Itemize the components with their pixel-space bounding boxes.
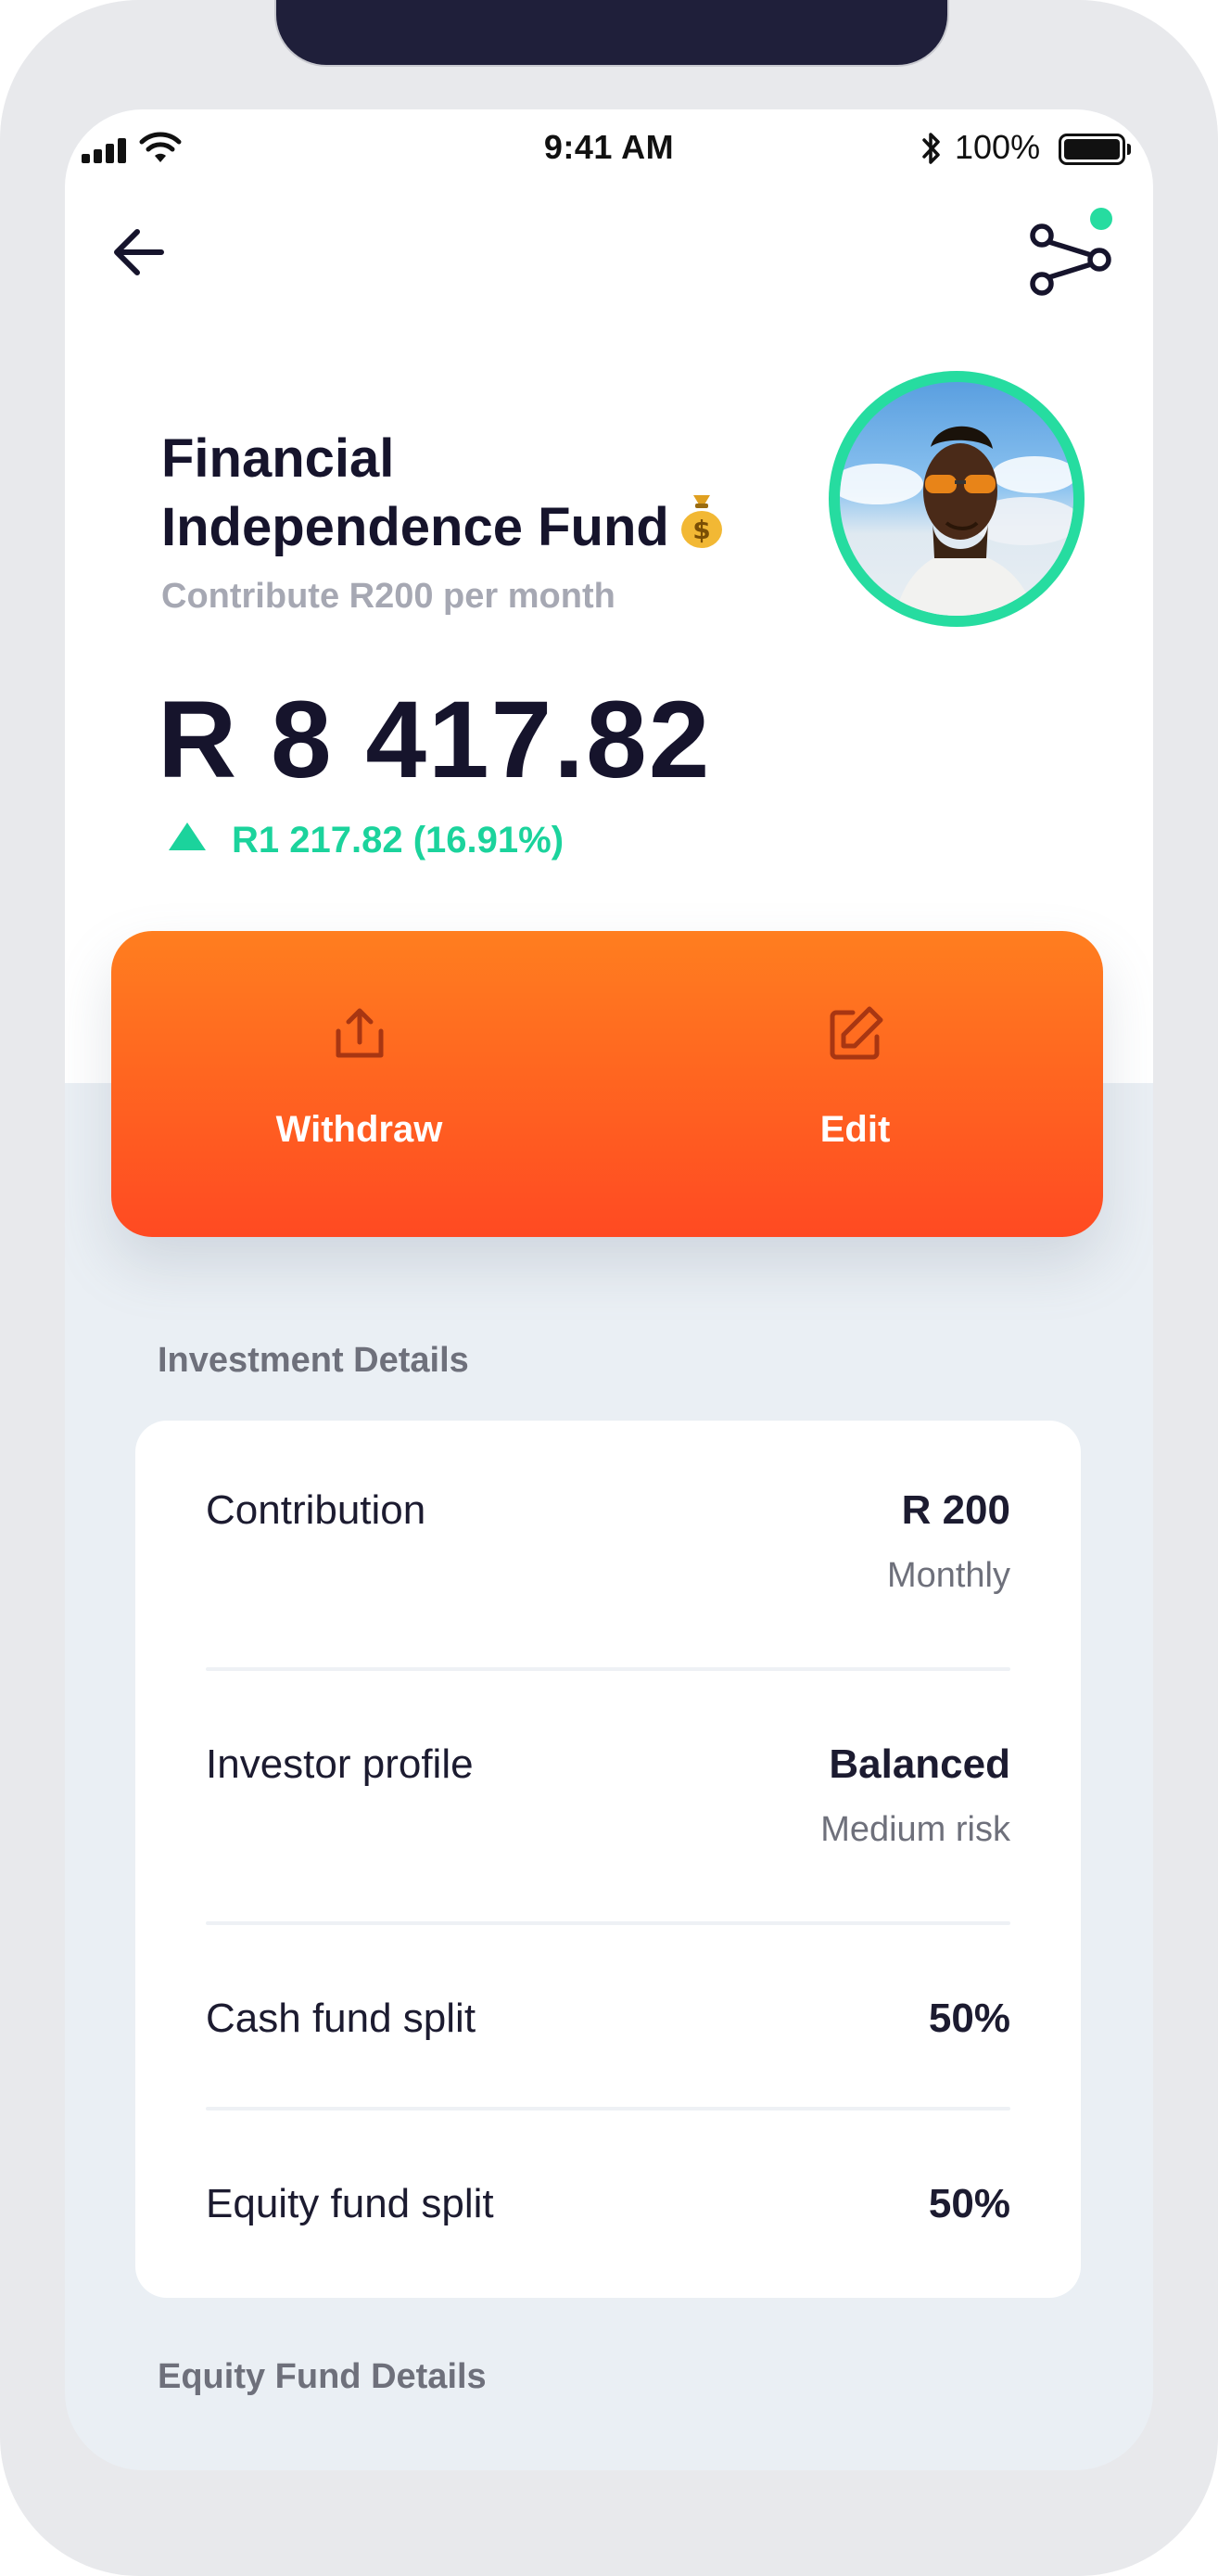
app-screen: 9:41 AM 100% Financial Independence Fund… <box>65 109 1153 2470</box>
fund-title-line1: Financial <box>161 428 395 489</box>
action-card: Withdraw Edit <box>111 931 1103 1237</box>
divider <box>206 2107 1010 2111</box>
detail-subvalue: Monthly <box>886 1556 1010 1595</box>
bluetooth-icon <box>922 133 940 164</box>
withdraw-label: Withdraw <box>275 1109 443 1150</box>
edit-icon <box>830 1006 882 1060</box>
detail-value: Balanced <box>829 1741 1010 1787</box>
investment-details-card: Contribution R 200 Monthly Investor prof… <box>135 1421 1081 2298</box>
detail-label: Cash fund split <box>206 1996 476 2041</box>
balance-change: R1 217.82 (16.91%) <box>169 820 564 861</box>
battery-percentage: 100% <box>955 128 1041 166</box>
battery-icon <box>1059 134 1131 165</box>
withdraw-button[interactable]: Withdraw <box>111 931 607 1237</box>
edit-button[interactable]: Edit <box>607 931 1103 1237</box>
detail-value: 50% <box>928 1996 1010 2041</box>
back-button[interactable] <box>106 215 180 289</box>
fund-title: Financial Independence Fund $ <box>161 428 829 562</box>
edit-label: Edit <box>819 1109 891 1150</box>
share-button[interactable] <box>1023 204 1116 297</box>
triangle-up-icon <box>169 823 206 850</box>
detail-label: Equity fund split <box>206 2181 494 2226</box>
arrow-left-icon <box>114 229 164 275</box>
detail-value: R 200 <box>901 1487 1010 1533</box>
upload-icon <box>336 1008 383 1058</box>
device-notch <box>274 0 949 67</box>
money-bag-icon: $ <box>679 490 725 562</box>
fund-title-line2: Independence Fund <box>161 497 669 557</box>
fund-title-line2-wrap: Independence Fund $ <box>161 490 829 562</box>
investment-details-heading: Investment Details <box>158 1341 469 1380</box>
phone-frame: 9:41 AM 100% Financial Independence Fund… <box>0 0 1218 2576</box>
balance-change-value: R1 217.82 (16.91%) <box>232 820 565 861</box>
equity-fund-details-heading: Equity Fund Details <box>158 2357 487 2396</box>
detail-value: 50% <box>928 2181 1010 2226</box>
fund-subtitle: Contribute R200 per month <box>161 577 615 616</box>
status-bar: 9:41 AM 100% <box>65 109 1153 187</box>
share-icon <box>1030 208 1112 296</box>
avatar[interactable] <box>829 371 1085 627</box>
detail-label: Contribution <box>206 1487 426 1533</box>
divider <box>206 1667 1010 1671</box>
avatar-photo <box>840 382 1073 616</box>
fund-balance: R 8 417.82 <box>158 679 712 801</box>
detail-label: Investor profile <box>206 1741 474 1787</box>
svg-text:$: $ <box>692 515 710 545</box>
detail-subvalue: Medium risk <box>820 1810 1010 1849</box>
divider <box>206 1921 1010 1925</box>
